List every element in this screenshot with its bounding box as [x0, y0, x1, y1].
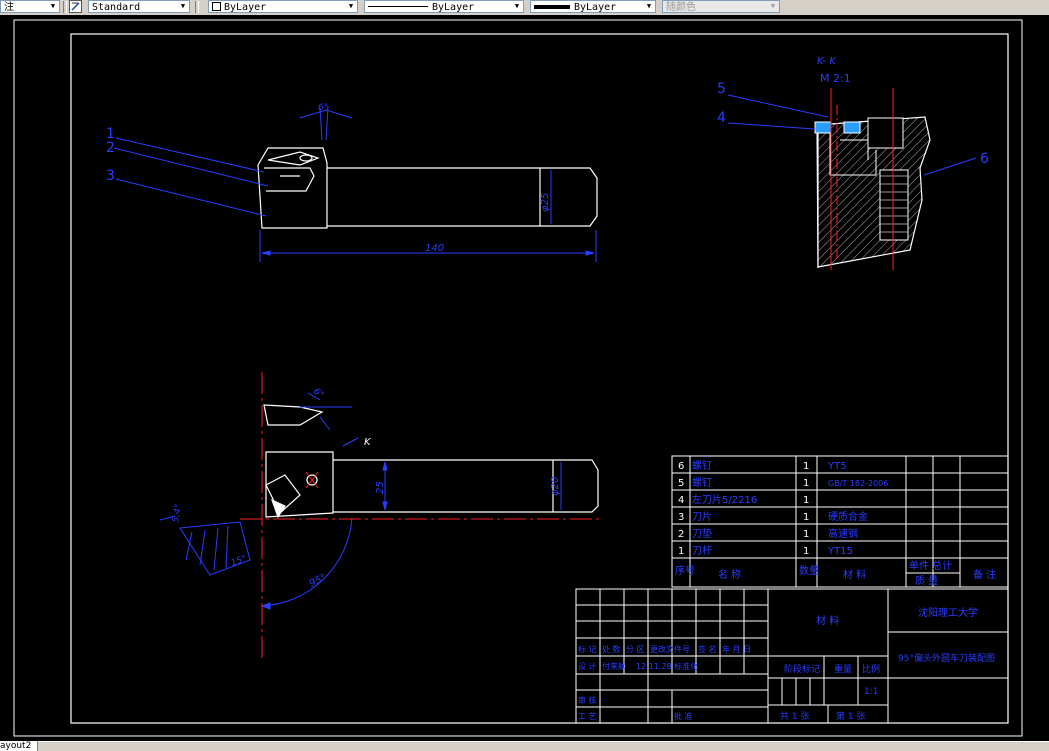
lineweight-dropdown[interactable]: ByLayer ▼	[530, 0, 656, 13]
chevron-down-icon: ▼	[180, 2, 186, 10]
bom-cell-material: GB/T 182-2006	[828, 479, 888, 488]
bom-cell-no: 1	[678, 546, 684, 557]
bom-cell-qty: 1	[803, 461, 809, 472]
dim-angle-top-label: 6°	[318, 103, 328, 113]
bom-cell-name: 刀片	[692, 510, 712, 523]
tb-design-label: 设 计	[578, 661, 597, 671]
bom-cell-material: YT5	[827, 461, 847, 472]
linetype-value: ByLayer	[432, 2, 475, 13]
bom-header-qty: 数量	[799, 564, 819, 577]
chevron-down-icon: ▼	[646, 2, 652, 10]
tb-standard-label: 标准化	[674, 661, 698, 671]
bom-header-name: 名 称	[718, 568, 741, 581]
bom-header-weight: 单件 总计	[909, 559, 952, 572]
bom-cell-name: 螺钉	[692, 477, 712, 489]
chevron-down-icon: ▼	[770, 2, 776, 10]
plot-style-value: 随颜色	[666, 2, 696, 13]
tb-rev-mark: 标 记	[578, 644, 597, 654]
chevron-down-icon: ▼	[514, 2, 520, 10]
section-scale: M 2:1	[820, 72, 851, 85]
bom-cell-qty: 1	[803, 546, 809, 557]
tb-rev-sign: 签 名	[698, 644, 717, 654]
lineweight-value: ByLayer	[574, 2, 617, 13]
lineweight-preview-icon	[534, 5, 570, 9]
tb-rev-count: 处 数	[602, 644, 621, 654]
tb-sheets-total: 共 1 张	[780, 711, 809, 722]
tb-craft-label: 工 艺	[578, 712, 597, 721]
balloon-4: 4	[717, 110, 726, 126]
dim-height-label: 25	[375, 481, 386, 494]
tb-weight-label: 重量	[834, 663, 852, 675]
annotation-scale-value: 注	[4, 2, 14, 13]
linetype-preview-icon	[368, 6, 428, 7]
bom-cell-name: 左刀片5/2216	[692, 493, 757, 506]
dim-dia-top-label: φ25	[540, 193, 551, 212]
bom-cell-material: YT15	[827, 546, 853, 557]
color-swatch-icon	[212, 2, 221, 11]
bom-cell-no: 2	[678, 529, 684, 540]
tb-stage-label: 阶段标记	[784, 663, 820, 675]
toolbar-separator	[63, 1, 67, 13]
color-dropdown[interactable]: ByLayer ▼	[208, 0, 358, 13]
color-value: ByLayer	[224, 2, 267, 13]
chevron-down-icon: ▼	[348, 2, 354, 10]
bom-header-weight2: 质 量	[915, 575, 938, 587]
tb-design-date: 12.11.28	[636, 662, 672, 671]
tb-rev-zone: 分 区	[626, 645, 645, 654]
tb-drawing-title: 95°偏头外圆车刀装配图	[898, 652, 995, 664]
annotation-scale-dropdown[interactable]: 注 ▼	[0, 0, 60, 13]
bom-cell-qty: 1	[803, 512, 809, 523]
tb-scale-label: 比例	[862, 663, 880, 675]
section-title: K- K	[817, 56, 837, 67]
bom-header-material: 材 料	[843, 568, 866, 581]
bom-header-no: 序号	[675, 564, 695, 577]
tb-sheet-no: 第 1 张	[836, 710, 865, 722]
bom-cell-material: 高速钢	[828, 527, 858, 540]
chevron-down-icon: ▼	[50, 2, 56, 10]
bom-header-note: 备 注	[973, 568, 996, 581]
dim-dia-bottom-label: φ20	[550, 477, 561, 496]
bom-cell-no: 4	[678, 495, 684, 506]
tb-designer: 付来颖	[602, 661, 626, 671]
text-style-dropdown[interactable]: Standard ▼	[88, 0, 190, 13]
tb-material-label: 材 料	[816, 614, 839, 627]
dim-length-label: 140	[425, 243, 444, 254]
bom-cell-no: 5	[678, 478, 684, 489]
tb-rev-date: 年 月 日	[722, 644, 751, 654]
tb-rev-doc: 更改文件号	[650, 644, 690, 654]
bom-cell-name: 刀杆	[692, 545, 712, 557]
bom-cell-name: 螺钉	[692, 460, 712, 472]
plot-style-dropdown[interactable]: 随颜色 ▼	[662, 0, 780, 13]
bom-cell-qty: 1	[803, 478, 809, 489]
balloon-2: 2	[106, 140, 115, 156]
tb-university: 沈阳理工大学	[918, 606, 978, 619]
bom-cell-qty: 1	[803, 529, 809, 540]
text-style-value: Standard	[92, 2, 141, 13]
bom-cell-no: 6	[678, 461, 684, 472]
toolbar-separator	[195, 1, 199, 13]
bom-cell-no: 3	[678, 512, 684, 523]
balloon-5: 5	[717, 81, 726, 97]
balloon-6: 6	[980, 151, 989, 167]
tb-approve-label: 批 准	[674, 711, 693, 721]
bom-cell-name: 刀垫	[692, 527, 712, 540]
bom-cell-material: 硬质合金	[828, 510, 868, 523]
properties-toolbar: 注 ▼ Standard ▼ ByLayer ▼ ByLayer ▼ ByLay…	[0, 0, 1049, 16]
drawing-canvas[interactable]: 140 φ25 6° 1 2 3 K- K M 2:1 5 4 6 K 25 φ…	[0, 15, 1049, 741]
balloon-3: 3	[106, 168, 115, 184]
tb-audit-label: 审 核	[578, 695, 597, 705]
text-style-icon[interactable]	[69, 0, 82, 13]
bom-cell-qty: 1	[803, 495, 809, 506]
tb-scale-value: 1:1	[864, 687, 878, 697]
linetype-dropdown[interactable]: ByLayer ▼	[364, 0, 524, 13]
